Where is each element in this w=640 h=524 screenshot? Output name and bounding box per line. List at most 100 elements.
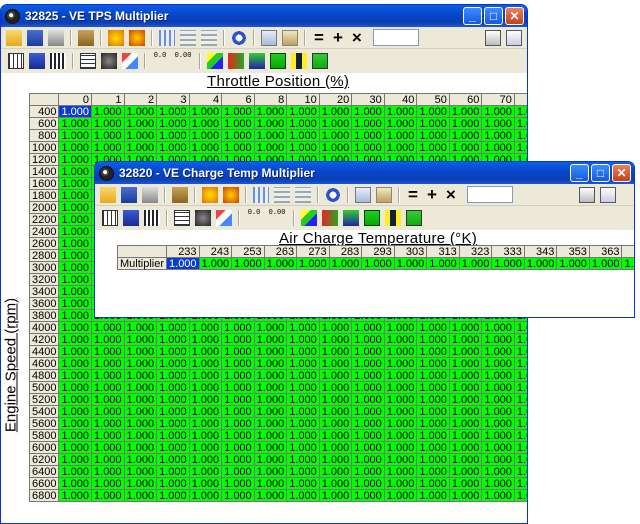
minimize-button[interactable]: _ <box>570 164 589 182</box>
table-cell[interactable]: 1.000 <box>253 429 288 442</box>
table-cell[interactable]: 1.000 <box>426 257 460 270</box>
table-cell[interactable]: 1.000 <box>318 141 353 154</box>
view1-icon[interactable] <box>578 186 595 203</box>
value-input[interactable] <box>466 186 513 203</box>
columns-icon[interactable] <box>144 210 160 226</box>
table-cell[interactable]: 1.000 <box>513 441 527 454</box>
table-cell[interactable]: 1.000 <box>123 417 158 430</box>
table-cell[interactable]: 1.000 <box>383 381 418 394</box>
table-cell[interactable]: 1.000 <box>448 105 483 118</box>
open-icon[interactable] <box>6 29 22 46</box>
table-cell[interactable]: 1.000 <box>481 333 515 346</box>
table-cell[interactable]: 1.000 <box>123 141 158 154</box>
table-cell[interactable]: 1.000 <box>253 465 288 478</box>
table-cell[interactable]: 1.000 <box>383 453 418 466</box>
table-cell[interactable]: 1.000 <box>58 417 93 430</box>
table-cell[interactable]: 1.000 <box>286 321 320 334</box>
table-cell[interactable]: 1.000 <box>221 105 255 118</box>
table-cell[interactable]: 1.000 <box>188 369 223 382</box>
table-cell[interactable]: 1.000 <box>58 405 93 418</box>
table-cell[interactable]: 1.000 <box>448 489 483 502</box>
table-cell[interactable]: 1.000 <box>91 405 125 418</box>
table-cell[interactable]: 1.000 <box>188 393 223 406</box>
table-cell[interactable]: 1.000 <box>416 417 450 430</box>
table-cell[interactable]: 1.000 <box>156 357 190 370</box>
table-cell[interactable]: 1.000 <box>156 381 190 394</box>
table-cell[interactable]: 1.000 <box>123 117 158 130</box>
smooth-icon[interactable] <box>249 53 265 69</box>
interpolate-icon[interactable] <box>301 210 317 226</box>
table-cell[interactable]: 1.000 <box>448 477 483 490</box>
table-cell[interactable]: 1.000 <box>91 441 125 454</box>
select-icon[interactable] <box>385 210 401 226</box>
table-cell[interactable]: 1.000 <box>296 257 330 270</box>
table-cell[interactable]: 1.000 <box>351 321 385 334</box>
table-cell[interactable]: 1.000 <box>221 429 255 442</box>
table-cell[interactable]: 1.000 <box>221 453 255 466</box>
table-cell[interactable]: 1.000 <box>231 257 265 270</box>
table-cell[interactable]: 1.000 <box>253 477 288 490</box>
table-cell[interactable]: 1.000 <box>383 321 418 334</box>
table-cell[interactable]: 1.000 <box>156 417 190 430</box>
3d-view-icon[interactable] <box>101 53 117 69</box>
table-cell[interactable]: 1.000 <box>253 105 288 118</box>
table-cell[interactable]: 1.000 <box>188 417 223 430</box>
table-cell[interactable]: 1.000 <box>318 417 353 430</box>
table-cell[interactable]: 1.000 <box>58 129 93 142</box>
table-cell[interactable]: 1.000 <box>318 465 353 478</box>
table-cell[interactable]: 1.000 <box>448 321 483 334</box>
table-cell[interactable]: 1.000 <box>58 489 93 502</box>
save-icon[interactable] <box>121 186 137 203</box>
table-cell[interactable]: 1.000 <box>253 369 288 382</box>
table-cell[interactable]: 1.000 <box>58 153 93 166</box>
table-cell[interactable]: 1.000 <box>221 369 255 382</box>
equals-button[interactable]: = <box>314 29 324 46</box>
table-cell[interactable]: 1.000 <box>318 429 353 442</box>
table-cell[interactable]: 1.000 <box>416 117 450 130</box>
table-cell[interactable]: 1.000 <box>318 321 353 334</box>
maximize-button[interactable]: □ <box>591 164 610 182</box>
table-cell[interactable]: 1.000 <box>383 357 418 370</box>
table-cell[interactable]: 1.000 <box>188 477 223 490</box>
table-cell[interactable]: 1.000 <box>286 105 320 118</box>
table-cell[interactable]: 1.000 <box>318 105 353 118</box>
table-cell[interactable]: 1.000 <box>221 141 255 154</box>
interpolate-icon[interactable] <box>207 53 223 69</box>
table-cell[interactable]: 1.000 <box>448 333 483 346</box>
table-cell[interactable]: 1.000 <box>253 417 288 430</box>
table-cell[interactable]: 1.000 <box>188 333 223 346</box>
spreadsheet-icon[interactable] <box>80 53 96 69</box>
table-cell[interactable]: 1.000 <box>91 381 125 394</box>
table-cell[interactable]: 1.000 <box>318 477 353 490</box>
table-cell[interactable]: 1.000 <box>481 129 515 142</box>
table-cell[interactable]: 1.000 <box>221 405 255 418</box>
paste-icon[interactable] <box>376 186 392 203</box>
table-cell[interactable]: 1.000 <box>286 117 320 130</box>
table-cell[interactable]: 1.000 <box>58 201 93 214</box>
table-cell[interactable]: 1.000 <box>318 357 353 370</box>
table-cell[interactable]: 1.000 <box>448 405 483 418</box>
table-cell[interactable]: 1.000 <box>481 441 515 454</box>
table-cell[interactable]: 1.000 <box>156 429 190 442</box>
table-cell[interactable]: 1.000 <box>448 429 483 442</box>
surface-icon[interactable] <box>216 210 232 226</box>
table-cell[interactable]: 1.000 <box>351 453 385 466</box>
table-cell[interactable]: 1.000 <box>481 117 515 130</box>
table-cell[interactable]: 1.000 <box>91 465 125 478</box>
table-cell[interactable]: 1.000 <box>91 345 125 358</box>
table-cell[interactable]: 1.000 <box>58 189 93 202</box>
table-cell[interactable]: 1.000 <box>481 105 515 118</box>
table-cell[interactable]: 1.000 <box>156 369 190 382</box>
table-cell[interactable]: 1.000 <box>188 357 223 370</box>
table-cell[interactable]: 1.000 <box>123 129 158 142</box>
table-cell[interactable]: 1.000 <box>91 453 125 466</box>
open-icon[interactable] <box>100 186 116 203</box>
table-cell[interactable]: 1.000 <box>318 129 353 142</box>
table-cell[interactable]: 1.000 <box>253 333 288 346</box>
table-cell[interactable]: 1.000 <box>318 117 353 130</box>
table-cell[interactable]: 1.000 <box>481 369 515 382</box>
undo-icon[interactable] <box>325 186 341 203</box>
table-cell[interactable]: 1.000 <box>58 165 93 178</box>
table-cell[interactable]: 1.000 <box>351 117 385 130</box>
table-cell[interactable]: 1.000 <box>91 141 125 154</box>
